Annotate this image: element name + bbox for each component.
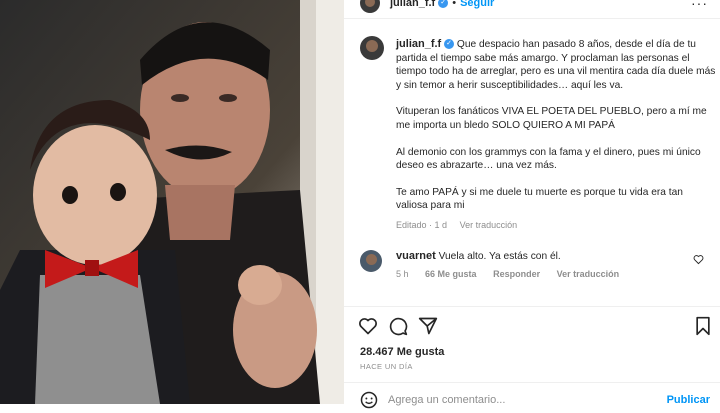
caption-text-2: Vituperan los fanáticos VIVA EL POETA DE… — [396, 106, 707, 131]
post-header: julian_f.f ✓ • Seguir ··· — [344, 0, 720, 19]
caption-author-username[interactable]: julian_f.f — [396, 38, 441, 50]
comment-meta: 5 h 66 Me gusta Responder Ver traducción — [396, 269, 633, 279]
likes-count[interactable]: 28.467 Me gusta — [360, 346, 444, 358]
comment-text: Vuela alto. Ya estás con él. — [438, 251, 561, 262]
edited-label: Editado · 1 d — [396, 219, 448, 230]
verified-icon: ✓ — [444, 39, 455, 50]
author-username[interactable]: julian_f.f — [390, 0, 435, 9]
comment-heart-icon[interactable] — [693, 254, 704, 265]
comment-text-line: vuarnet Vuela alto. Ya estás con él. — [396, 250, 561, 262]
author-avatar[interactable] — [360, 0, 380, 13]
comment-composer: Agrega un comentario... Publicar — [344, 382, 720, 413]
post-time[interactable]: HACE UN DÍA — [360, 362, 413, 371]
action-bar — [344, 306, 720, 343]
photo-illustration — [0, 0, 344, 404]
caption-author-avatar[interactable] — [360, 36, 384, 60]
commenter-avatar[interactable] — [360, 250, 382, 272]
save-icon[interactable] — [694, 316, 712, 336]
comment-input[interactable]: Agrega un comentario... — [388, 394, 505, 406]
comment-icon[interactable] — [388, 316, 408, 336]
post-side-panel: julian_f.f ✓ • Seguir ··· julian_f.f ✓ Q… — [344, 0, 720, 409]
emoji-icon[interactable] — [360, 391, 378, 409]
caption-text-3: Al demonio con los grammys con la fama y… — [396, 146, 701, 172]
heart-icon[interactable] — [358, 316, 378, 336]
caption-meta: Editado · 1 d Ver traducción — [396, 219, 716, 233]
reply-button[interactable]: Responder — [493, 269, 540, 279]
comment-likes[interactable]: 66 Me gusta — [425, 269, 477, 279]
share-icon[interactable] — [418, 316, 438, 336]
follow-button[interactable]: Seguir — [460, 0, 494, 9]
more-icon[interactable]: ··· — [691, 0, 708, 11]
comment-age: 5 h — [396, 269, 409, 279]
verified-icon: ✓ — [438, 0, 449, 8]
commenter-username[interactable]: vuarnet — [396, 250, 436, 262]
separator-dot: • — [452, 0, 457, 9]
comment-translate-link[interactable]: Ver traducción — [557, 269, 620, 279]
publish-button[interactable]: Publicar — [667, 394, 710, 406]
caption-text-4: Te amo PAPÁ y si me duele tu muerte es p… — [396, 186, 683, 212]
post-photo[interactable] — [0, 0, 344, 404]
see-translation-link[interactable]: Ver traducción — [460, 220, 518, 230]
